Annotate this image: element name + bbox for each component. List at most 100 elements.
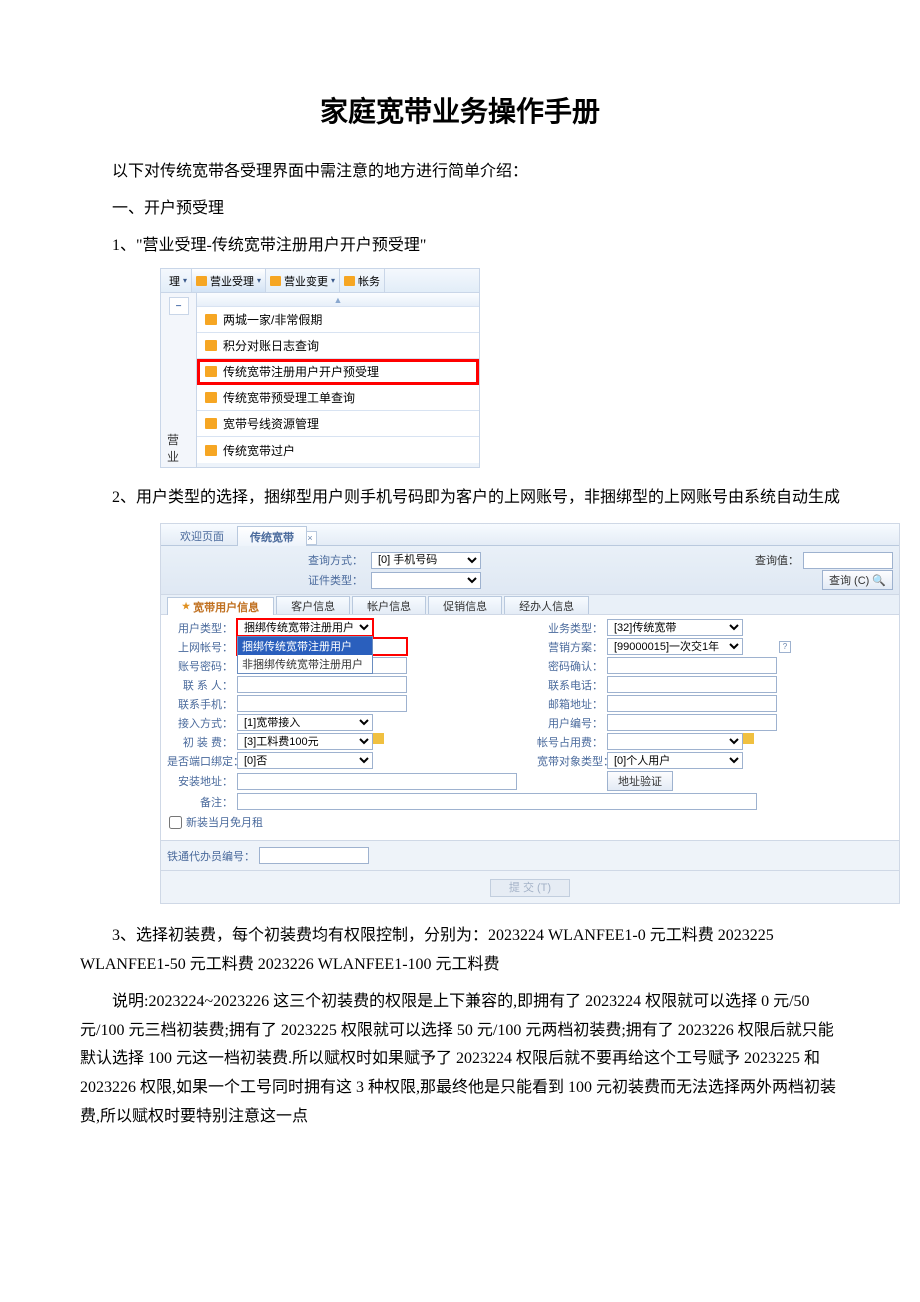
input-install-addr[interactable] [237, 773, 517, 790]
input-phone[interactable] [607, 676, 777, 693]
menu-item[interactable]: 传统宽带过户 [197, 437, 479, 463]
select-query-method[interactable]: [0] 手机号码 [371, 552, 481, 569]
menu-item[interactable]: 传统宽带预受理工单查询 [197, 385, 479, 411]
lock-icon [196, 276, 207, 286]
label-net-account: 上网帐号： [167, 639, 237, 655]
input-email[interactable] [607, 695, 777, 712]
subtab-agent[interactable]: 经办人信息 [504, 596, 589, 614]
toolbar-btn-label: 营业受理 [210, 273, 254, 289]
submit-button-disabled: 提 交 (T) [490, 879, 570, 897]
select-user-type-highlighted[interactable]: 捆绑传统宽带注册用户 捆绑传统宽带注册用户 非捆绑传统宽带注册用户 [237, 619, 373, 636]
subtab-broadband-user[interactable]: 宽带用户信息 [167, 597, 274, 615]
free-first-month-row: 新装当月免月租 [167, 810, 893, 834]
label-query-value: 查询值： [755, 552, 799, 568]
select-user-type[interactable]: 捆绑传统宽带注册用户 [237, 619, 373, 636]
collapse-toggle[interactable]: − [169, 297, 189, 315]
checkbox-free-first-month[interactable] [169, 816, 182, 829]
subtab-customer[interactable]: 客户信息 [276, 596, 350, 614]
menu-item-label: 积分对账日志查询 [223, 337, 319, 354]
lock-icon [205, 445, 217, 456]
menu-item-label: 两城一家/非常假期 [223, 311, 322, 328]
select-id-type[interactable] [371, 572, 481, 589]
scroll-up-arrow[interactable]: ▲ [197, 293, 479, 307]
lock-icon [205, 366, 217, 377]
label-target-type: 宽带对象类型： [537, 753, 607, 769]
label-mobile: 联系手机： [167, 696, 237, 712]
menu-item-label: 传统宽带预受理工单查询 [223, 389, 355, 406]
label-remark: 备注： [167, 794, 237, 810]
select-fee-account[interactable] [607, 733, 743, 750]
user-type-dropdown-list: 捆绑传统宽带注册用户 非捆绑传统宽带注册用户 [237, 636, 373, 674]
toolbar-left-label: 理 [169, 273, 180, 289]
lock-icon [205, 392, 217, 403]
label-access: 接入方式： [167, 715, 237, 731]
label-init-fee: 初 装 费： [167, 734, 237, 750]
label-password: 账号密码： [167, 658, 237, 674]
label-user-type: 用户类型： [167, 620, 237, 636]
subtab-promo[interactable]: 促销信息 [428, 596, 502, 614]
label-query-method: 查询方式： [167, 552, 367, 568]
input-password-confirm[interactable] [607, 657, 777, 674]
select-biz-type[interactable]: [32]传统宽带 [607, 619, 743, 636]
label-port-bind: 是否端口绑定： [167, 753, 237, 769]
label-agent-code: 铁通代办员编号： [167, 848, 255, 864]
input-query-value[interactable] [803, 552, 893, 569]
menu-item[interactable]: 积分对账日志查询 [197, 333, 479, 359]
lock-icon [205, 314, 217, 325]
plan-lookup-button[interactable]: ? [779, 641, 791, 653]
input-mobile[interactable] [237, 695, 407, 712]
toolbar-btn-yingye-biangen[interactable]: 营业变更 ▾ [266, 269, 340, 292]
document-page: 家庭宽带业务操作手册 以下对传统宽带各受理界面中需注意的地方进行简单介绍： 一、… [0, 0, 920, 1200]
menu-item[interactable]: 两城一家/非常假期 [197, 307, 479, 333]
checkbox-label: 新装当月免月租 [186, 814, 263, 830]
agent-code-bar: 铁通代办员编号： [161, 840, 899, 870]
label-password-confirm: 密码确认： [537, 658, 607, 674]
input-agent-code[interactable] [259, 847, 369, 864]
search-bar: 查询方式： [0] 手机号码 查询值： 证件类型： 查询 (C)🔍 [161, 546, 899, 595]
lock-icon [344, 276, 355, 286]
form-area: 用户类型： 捆绑传统宽带注册用户 捆绑传统宽带注册用户 非捆绑传统宽带注册用户 … [161, 615, 899, 840]
select-init-fee[interactable]: [3]工料费100元 [237, 733, 373, 750]
intro-paragraph: 以下对传统宽带各受理界面中需注意的地方进行简单介绍： [80, 158, 840, 187]
select-plan[interactable]: [99000015]一次交1年 [607, 638, 743, 655]
menu-list: ▲ 两城一家/非常假期 积分对账日志查询 传统宽带注册用户开户预受理 传统宽带预… [197, 293, 479, 467]
caret-icon: ▾ [331, 276, 335, 285]
select-target-type[interactable]: [0]个人用户 [607, 752, 743, 769]
form-footer: 提 交 (T) [161, 870, 899, 903]
query-button[interactable]: 查询 (C)🔍 [822, 570, 893, 590]
top-tabs: 欢迎页面 传统宽带 × [161, 524, 899, 546]
menu-item-highlighted[interactable]: 传统宽带注册用户开户预受理 [197, 359, 479, 385]
toolbar-btn-label: 营业变更 [284, 273, 328, 289]
tab-welcome[interactable]: 欢迎页面 [167, 525, 237, 545]
subtab-account[interactable]: 帐户信息 [352, 596, 426, 614]
label-contact: 联 系 人： [167, 677, 237, 693]
dropdown-option[interactable]: 捆绑传统宽带注册用户 [238, 637, 372, 655]
address-verify-button[interactable]: 地址验证 [607, 771, 673, 791]
input-contact[interactable] [237, 676, 407, 693]
dropdown-option[interactable]: 非捆绑传统宽带注册用户 [238, 655, 372, 673]
label-biz-type: 业务类型： [537, 620, 607, 636]
label-usercode: 用户编号： [537, 715, 607, 731]
screenshot-form: bdocx.com 欢迎页面 传统宽带 × 查询方式： [0] 手机号码 查询值… [160, 523, 900, 904]
label-plan: 营销方案： [537, 639, 607, 655]
search-icon: 🔍 [872, 574, 886, 587]
sub-tabs: 宽带用户信息 客户信息 帐户信息 促销信息 经办人信息 [161, 595, 899, 615]
menu-item[interactable]: 宽带号线资源管理 [197, 411, 479, 437]
lock-icon [205, 340, 217, 351]
side-group-label: 营业 [161, 429, 196, 467]
menu-item-label: 传统宽带注册用户开户预受理 [223, 363, 379, 380]
toolbar-btn-zhangwu[interactable]: 帐务 [340, 269, 385, 292]
toolbar-btn-yingye-shouli[interactable]: 营业受理 ▾ [192, 269, 266, 292]
caret-icon: ▾ [257, 276, 261, 285]
input-remark[interactable] [237, 793, 757, 810]
select-port-bind[interactable]: [0]否 [237, 752, 373, 769]
step-1-4: 说明:2023224~2023226 这三个初装费的权限是上下兼容的,即拥有了 … [80, 988, 840, 1132]
tab-broadband[interactable]: 传统宽带 [237, 526, 307, 546]
caret-icon: ▾ [183, 276, 187, 285]
step-1-1: 1、"营业受理-传统宽带注册用户开户预受理" [80, 232, 840, 261]
step-1-3: 3、选择初装费，每个初装费均有权限控制，分别为：2023224 WLANFEE1… [80, 922, 840, 980]
label-install-addr: 安装地址： [167, 773, 237, 789]
input-usercode[interactable] [607, 714, 777, 731]
label-fee-account: 帐号占用费： [537, 734, 607, 750]
select-access[interactable]: [1]宽带接入 [237, 714, 373, 731]
